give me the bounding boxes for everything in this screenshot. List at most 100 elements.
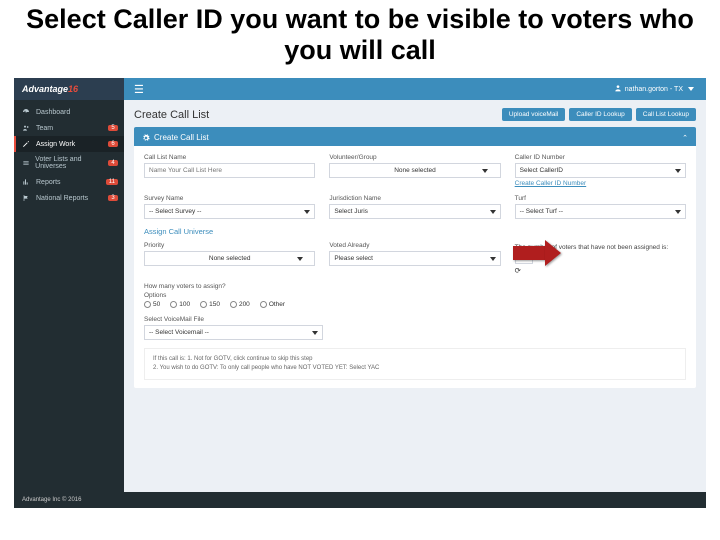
voicemail-select[interactable]: -- Select Voicemail --	[144, 325, 323, 340]
user-icon	[614, 84, 622, 94]
logo-text-white: Advantage	[22, 84, 68, 94]
main-content: Create Call List Upload voiceMail Caller…	[124, 100, 706, 508]
sidebar-item-label: Reports	[36, 179, 61, 186]
slide-title: Select Caller ID you want to be visible …	[0, 0, 720, 78]
chevron-down-icon	[312, 331, 318, 335]
jurisdiction-select[interactable]: Select Juris	[329, 204, 500, 219]
pencil-icon	[22, 140, 32, 148]
turf-label: Turf	[515, 195, 686, 202]
user-name: nathan.gorton - TX	[625, 86, 683, 93]
hamburger-icon[interactable]: ☰	[124, 83, 154, 96]
survey-label: Survey Name	[144, 195, 315, 202]
radio-icon	[170, 301, 177, 308]
collapse-icon[interactable]: ⌃	[682, 134, 688, 142]
radio-icon	[144, 301, 151, 308]
chevron-down-icon	[675, 210, 681, 214]
call-list-lookup-button[interactable]: Call List Lookup	[636, 108, 696, 121]
voicemail-label: Select VoiceMail File	[144, 316, 323, 323]
how-many-label: How many voters to assign?	[144, 283, 686, 290]
chevron-down-icon	[490, 257, 496, 261]
unassigned-label: The number of voters that have not been …	[515, 244, 669, 251]
radio-icon	[200, 301, 207, 308]
refresh-icon[interactable]: ⟳	[515, 266, 521, 275]
sidebar-item-voter-lists[interactable]: Voter Lists and Universes4	[14, 152, 124, 174]
radio-icon	[260, 301, 267, 308]
chevron-down-icon	[675, 169, 681, 173]
badge: 4	[108, 160, 118, 166]
caller-id-label: Caller ID Number	[515, 154, 686, 161]
select-value: None selected	[209, 255, 251, 262]
unassigned-count: 0	[515, 253, 533, 264]
sidebar-item-national-reports[interactable]: National Reports 3	[14, 190, 124, 206]
priority-label: Priority	[144, 242, 315, 249]
badge: 11	[106, 179, 118, 185]
radio-icon	[230, 301, 237, 308]
call-list-name-label: Call List Name	[144, 154, 315, 161]
create-caller-id-link[interactable]: Create Caller ID Number	[515, 180, 587, 187]
voted-select[interactable]: Please select	[329, 251, 500, 266]
radio-other[interactable]: Other	[260, 301, 285, 308]
badge: 6	[108, 141, 118, 147]
assign-universe-heading: Assign Call Universe	[144, 227, 686, 236]
logo[interactable]: Advantage16	[14, 78, 124, 100]
note-line: 2. You wish to do GOTV: To only call peo…	[153, 364, 677, 373]
turf-select[interactable]: -- Select Turf --	[515, 204, 686, 219]
panel-title: Create Call List	[154, 133, 209, 142]
voters-radio-group: 50 100 150 200 Other	[144, 301, 686, 308]
survey-select[interactable]: -- Select Survey --	[144, 204, 315, 219]
caller-id-select[interactable]: Select CallerID	[515, 163, 686, 178]
select-value: Please select	[334, 255, 373, 262]
chevron-down-icon	[688, 87, 694, 91]
caller-id-lookup-button[interactable]: Caller ID Lookup	[569, 108, 631, 121]
notes-box: If this call is: 1. Not for GOTV, click …	[144, 348, 686, 380]
call-list-name-input[interactable]	[144, 163, 315, 178]
radio-150[interactable]: 150	[200, 301, 220, 308]
sidebar-item-label: Assign Work	[36, 141, 75, 148]
sidebar-item-label: Dashboard	[36, 109, 70, 116]
chevron-down-icon	[297, 257, 303, 261]
sidebar-item-team[interactable]: Team 5	[14, 120, 124, 136]
radio-label: Other	[269, 301, 285, 308]
note-line: If this call is: 1. Not for GOTV, click …	[153, 355, 677, 364]
sidebar: Dashboard Team 5 Assign Work 6 Voter Lists…	[14, 100, 124, 508]
upload-voicemail-button[interactable]: Upload voiceMail	[502, 108, 566, 121]
topbar: Advantage16 ☰ nathan.gorton - TX	[14, 78, 706, 100]
sidebar-item-label: Team	[36, 125, 53, 132]
users-icon	[22, 124, 32, 132]
chart-icon	[22, 178, 32, 186]
select-value: None selected	[394, 167, 436, 174]
voted-label: Voted Already	[329, 242, 500, 249]
footer: Advantage Inc © 2016	[14, 492, 706, 508]
gauge-icon	[22, 108, 32, 116]
sidebar-item-reports[interactable]: Reports 11	[14, 174, 124, 190]
radio-200[interactable]: 200	[230, 301, 250, 308]
badge: 3	[108, 195, 118, 201]
page-title: Create Call List	[134, 109, 209, 121]
badge: 5	[108, 125, 118, 131]
flag-icon	[22, 194, 32, 202]
radio-100[interactable]: 100	[170, 301, 190, 308]
list-icon	[22, 159, 31, 167]
radio-label: 100	[179, 301, 190, 308]
chevron-down-icon	[304, 210, 310, 214]
app-window: Advantage16 ☰ nathan.gorton - TX Dashboa…	[14, 78, 706, 508]
priority-select[interactable]: None selected	[144, 251, 315, 266]
sidebar-item-assign-work[interactable]: Assign Work 6	[14, 136, 124, 152]
radio-label: 150	[209, 301, 220, 308]
chevron-down-icon	[490, 210, 496, 214]
sidebar-item-label: Voter Lists and Universes	[35, 156, 108, 170]
radio-label: 200	[239, 301, 250, 308]
radio-50[interactable]: 50	[144, 301, 160, 308]
select-value: -- Select Survey --	[149, 208, 201, 215]
chevron-down-icon	[482, 169, 488, 173]
select-value: -- Select Turf --	[520, 208, 563, 215]
create-call-list-panel: Create Call List ⌃ Call List Name Volunt…	[134, 127, 696, 388]
sidebar-item-dashboard[interactable]: Dashboard	[14, 104, 124, 120]
radio-label: 50	[153, 301, 160, 308]
options-label: Options	[144, 292, 686, 299]
sidebar-item-label: National Reports	[36, 195, 88, 202]
volunteer-group-select[interactable]: None selected	[329, 163, 500, 178]
user-menu[interactable]: nathan.gorton - TX	[614, 84, 706, 94]
select-value: Select CallerID	[520, 167, 563, 174]
jurisdiction-label: Jurisdiction Name	[329, 195, 500, 202]
